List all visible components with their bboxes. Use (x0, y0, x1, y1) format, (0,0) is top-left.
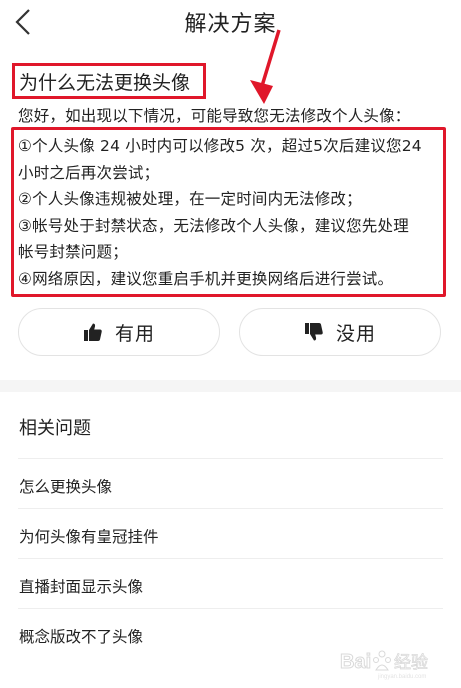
related-item-label: 直播封面显示头像 (19, 578, 144, 596)
section-divider (0, 380, 461, 392)
divider (18, 608, 443, 609)
page-title: 解决方案 (184, 12, 277, 37)
related-list: 怎么更换头像 为何头像有皇冠挂件 直播封面显示头像 概念版改不了头像 (0, 458, 461, 658)
related-item-label: 概念版改不了头像 (19, 628, 144, 646)
related-item-label: 为何头像有皇冠挂件 (19, 528, 159, 546)
page: 解决方案 为什么无法更换头像 您好，如出现以下情况，可能导致您无法修改个人头像：… (0, 0, 461, 688)
answer-line: ③帐号处于封禁状态，无法修改个人头像，建议您先处理 (18, 216, 409, 235)
related-item[interactable]: 概念版改不了头像 (0, 608, 461, 658)
related-section-title: 相关问题 (19, 418, 91, 439)
answer-intro: 您好，如出现以下情况，可能导致您无法修改个人头像： (18, 107, 411, 125)
answer-line: ②个人头像违规被处理，在一定时间内无法修改； (18, 190, 362, 208)
related-item-label: 怎么更换头像 (19, 478, 113, 496)
related-item[interactable]: 直播封面显示头像 (0, 558, 461, 608)
answer-line: 小时之后再次尝试； (18, 163, 160, 182)
useless-button[interactable]: 没用 (239, 308, 441, 356)
thumbs-up-icon (83, 322, 103, 342)
useful-label: 有用 (114, 322, 155, 345)
answer-line: 帐号封禁问题； (18, 243, 128, 261)
svg-text:jingyan.baidu.com: jingyan.baidu.com (377, 674, 426, 680)
answer-list: ①个人头像 24 小时内可以修改5 次，超过5次后建议您24 小时之后再次尝试；… (18, 133, 442, 292)
thumbs-down-icon (304, 322, 324, 342)
divider (18, 458, 443, 459)
answer-line: ④网络原因，建议您重启手机并更换网络后进行尝试。 (18, 269, 394, 288)
divider (18, 558, 443, 559)
question-title: 为什么无法更换头像 (19, 72, 191, 94)
answer-line: ①个人头像 24 小时内可以修改5 次，超过5次后建议您24 (18, 137, 422, 155)
header-bar: 解决方案 (0, 0, 461, 44)
useless-label: 没用 (335, 322, 376, 345)
related-item[interactable]: 为何头像有皇冠挂件 (0, 508, 461, 558)
related-item[interactable]: 怎么更换头像 (0, 458, 461, 508)
divider (18, 508, 443, 509)
useful-button[interactable]: 有用 (18, 308, 220, 356)
